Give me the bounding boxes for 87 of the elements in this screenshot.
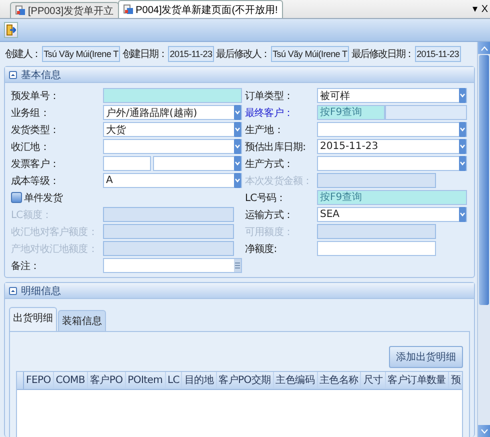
- tab-menu-button[interactable]: ▾: [470, 3, 480, 15]
- input-field[interactable]: [317, 241, 436, 256]
- exit-button[interactable]: [4, 22, 18, 38]
- memo-field[interactable]: [103, 258, 242, 273]
- dropdown-field[interactable]: [153, 156, 242, 171]
- tab[interactable]: 装箱信息: [58, 310, 106, 331]
- field-label: 订单类型：: [245, 90, 294, 102]
- field-label: 本次发货金额：: [245, 174, 314, 188]
- column-header[interactable]: 客户PO交期: [216, 372, 274, 389]
- input-field[interactable]: [103, 88, 242, 103]
- field-label: 收汇地对客户额度：: [11, 226, 98, 238]
- checkbox-label[interactable]: 单件发货: [24, 190, 62, 204]
- caret-icon[interactable]: [234, 122, 241, 137]
- group-title: 基本信息: [21, 68, 61, 82]
- readonly-field: Tsú Vãy Múi(Irene T: [270, 46, 350, 62]
- dropdown-field[interactable]: 户外/通路品牌(越南): [103, 105, 242, 120]
- document-tab[interactable]: P004]发货单新建页面(不开放用!: [118, 0, 283, 18]
- field-label: 生产方式：: [245, 158, 294, 170]
- field-label: 最后修改人：: [216, 48, 270, 61]
- field-label: 运输方式：: [245, 208, 294, 222]
- column-header[interactable]: POItem: [126, 372, 166, 389]
- input-field[interactable]: [103, 156, 151, 171]
- field-label: 可用额度：: [245, 226, 294, 238]
- add-detail-button[interactable]: 添加出货明细: [389, 346, 463, 368]
- field-label: 发货类型：: [11, 124, 60, 136]
- document-icon: [122, 4, 134, 15]
- document-icon: [15, 5, 26, 16]
- field-label: 最终客户：: [245, 106, 294, 120]
- column-header[interactable]: 尺寸: [361, 372, 386, 389]
- column-header[interactable]: FEPO: [24, 372, 54, 389]
- dropdown-field[interactable]: 2015-11-23: [317, 139, 467, 154]
- caret-icon[interactable]: [459, 139, 466, 154]
- field-label: 成本等级：: [11, 174, 60, 188]
- field-label: 预估出库日期:: [245, 140, 307, 154]
- field-label: 预发单号：: [11, 90, 60, 102]
- dropdown-field[interactable]: [103, 139, 242, 154]
- column-header[interactable]: 目的地: [182, 372, 217, 389]
- dropdown-field[interactable]: [317, 122, 467, 137]
- scroll-up-button[interactable]: [478, 42, 490, 54]
- collapse-icon[interactable]: [9, 70, 17, 78]
- collapse-icon[interactable]: [9, 286, 17, 294]
- field-label: 净额度:: [245, 242, 278, 256]
- field-label: 创建日期：: [122, 48, 167, 61]
- column-header[interactable]: 预: [448, 372, 462, 389]
- readonly-field: 2015-11-23: [168, 46, 214, 62]
- input-field[interactable]: 按F9查询: [317, 105, 384, 120]
- field-label: 业务组：: [11, 106, 50, 120]
- readonly-field: Tsú Vãy Múi(Irene T: [42, 46, 120, 62]
- door-arrow-icon: [6, 24, 16, 36]
- caret-icon[interactable]: [234, 105, 241, 120]
- dropdown-field[interactable]: 大货: [103, 122, 242, 137]
- tab[interactable]: 出货明细: [9, 307, 57, 331]
- dropdown-field[interactable]: A: [103, 173, 242, 188]
- caret-icon[interactable]: [459, 156, 466, 171]
- caret-icon[interactable]: [234, 139, 241, 154]
- document-tab[interactable]: [PP003]发货单开立: [10, 2, 119, 18]
- scrollbar-thumb[interactable]: [479, 55, 489, 305]
- column-header[interactable]: LC: [166, 372, 182, 389]
- field-label: 创建人：: [5, 48, 41, 61]
- field-label: 发票客户：: [11, 158, 60, 170]
- readonly-field: 2015-11-23: [414, 46, 461, 62]
- dropdown-field[interactable]: [317, 156, 467, 171]
- checkbox[interactable]: [11, 192, 22, 203]
- dropdown-field[interactable]: SEA: [317, 207, 467, 222]
- caret-icon[interactable]: [459, 207, 466, 222]
- close-button[interactable]: X: [479, 4, 490, 14]
- field-label: 备注：: [11, 260, 41, 272]
- column-header[interactable]: 主色编码: [274, 372, 318, 389]
- field-label: 收汇地：: [11, 140, 50, 154]
- caret-icon[interactable]: [234, 173, 241, 188]
- input-field[interactable]: 按F9查询: [317, 190, 467, 205]
- caret-icon[interactable]: [459, 122, 466, 137]
- field-label: LC额度：: [11, 208, 53, 222]
- caret-icon[interactable]: [234, 156, 241, 171]
- caret-icon[interactable]: [459, 88, 466, 103]
- field-label: 最后修改日期：: [351, 48, 414, 61]
- column-header[interactable]: 客户PO: [88, 372, 126, 389]
- field-label: LC号码：: [245, 192, 287, 204]
- spin-icon[interactable]: [234, 259, 241, 272]
- field-label: 产地对收汇地额度：: [11, 242, 98, 256]
- column-header[interactable]: 客户订单数量: [386, 372, 449, 389]
- field-label: 生产地：: [245, 124, 284, 136]
- dropdown-field[interactable]: 被可样: [317, 88, 467, 103]
- column-header[interactable]: 主色名称: [318, 372, 362, 389]
- scroll-down-button[interactable]: [478, 425, 490, 437]
- column-header[interactable]: COMB: [54, 372, 88, 389]
- group-title: 明细信息: [21, 284, 61, 298]
